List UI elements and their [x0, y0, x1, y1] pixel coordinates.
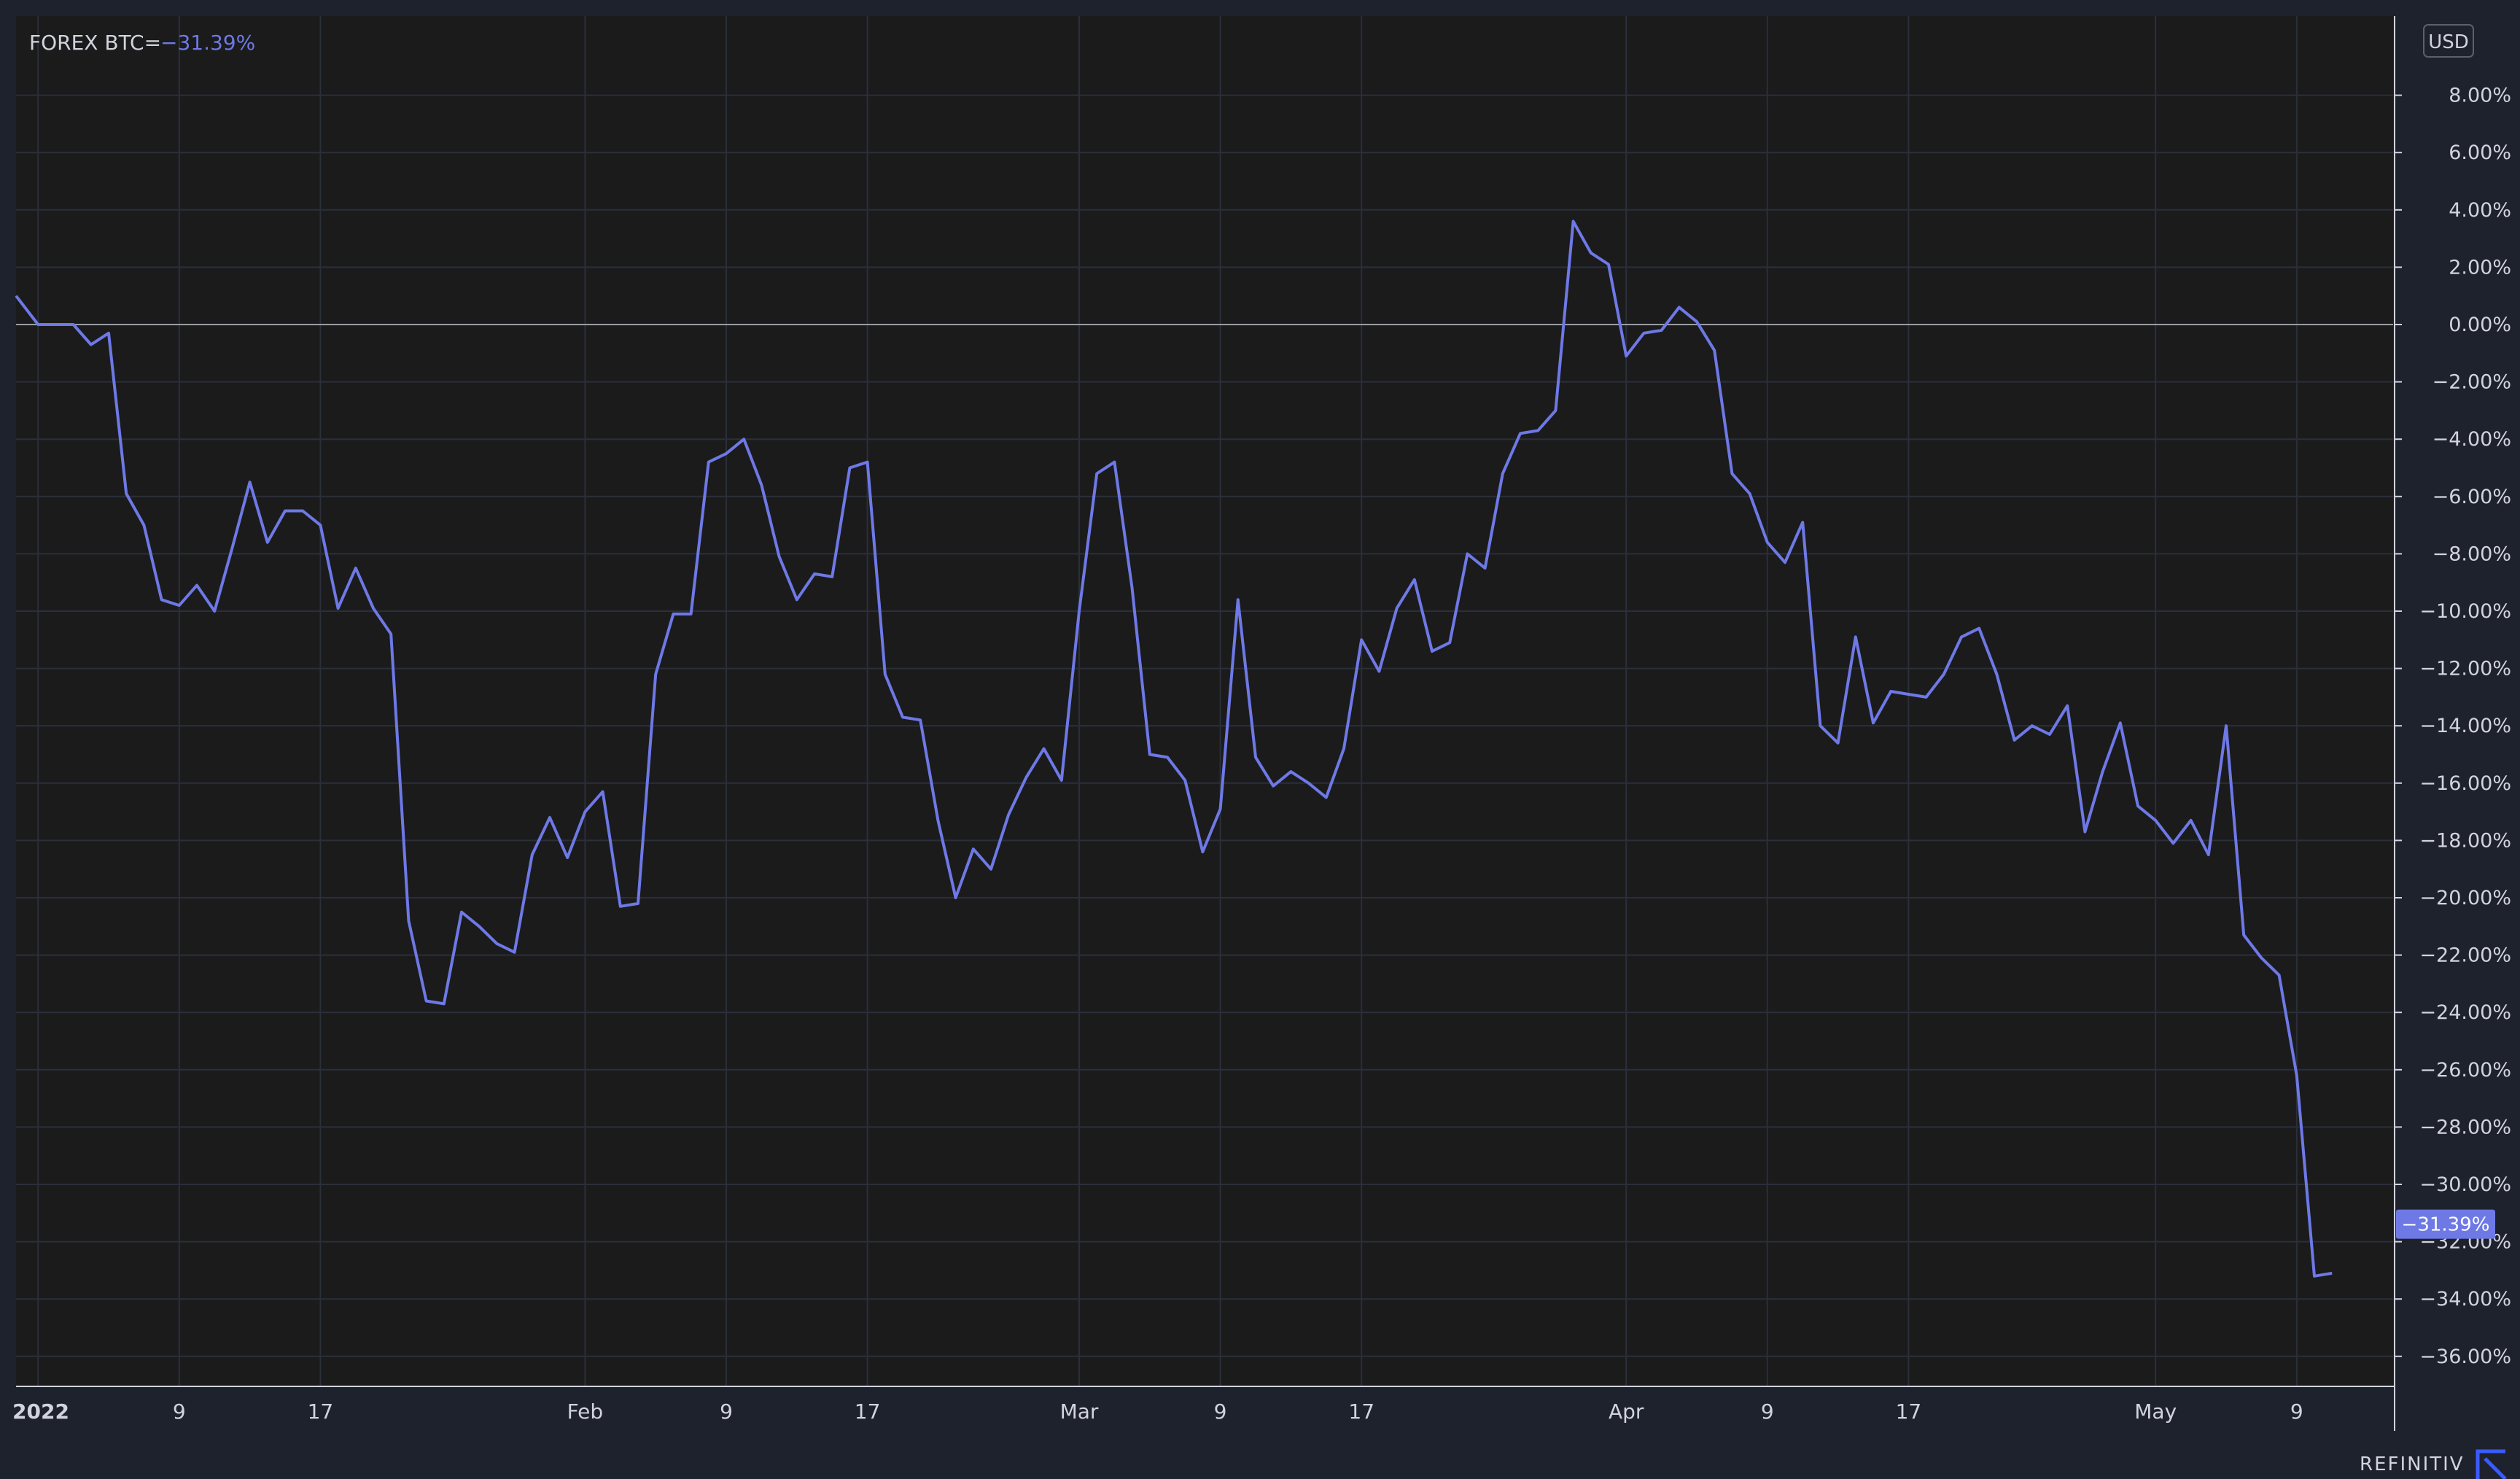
y-tick-label: −18.00% — [2419, 829, 2511, 852]
y-tick-label: −26.00% — [2419, 1059, 2511, 1082]
x-tick-label: 17 — [1348, 1400, 1374, 1424]
y-tick-label: 0.00% — [2449, 314, 2511, 336]
y-tick-label: 2.00% — [2449, 256, 2511, 279]
x-tick-label: 17 — [1896, 1400, 1922, 1424]
y-tick-label: −20.00% — [2419, 887, 2511, 909]
y-tick-label: −34.00% — [2419, 1288, 2511, 1311]
x-tick-label: 9 — [2290, 1400, 2303, 1424]
y-tick-label: −12.00% — [2419, 658, 2511, 680]
y-axis-ticks: 8.00% 6.00% 4.00% 2.00% 0.00% −2.00% −4.00% −6.… — [2395, 85, 2511, 1368]
currency-box[interactable]: USD — [2423, 24, 2474, 58]
x-tick-label: Apr — [1609, 1400, 1644, 1424]
y-tick-label: −2.00% — [2432, 371, 2511, 394]
x-tick-label: 2022 — [12, 1400, 69, 1424]
x-tick-label: Mar — [1060, 1400, 1099, 1424]
plot-background — [16, 16, 2393, 1386]
price-chart[interactable]: 8.00% 6.00% 4.00% 2.00% 0.00% −2.00% −4.00% −6.… — [0, 0, 2520, 1479]
y-tick-label: −30.00% — [2419, 1173, 2511, 1196]
y-tick-label: −16.00% — [2419, 772, 2511, 795]
x-tick-label: May — [2134, 1400, 2177, 1424]
x-tick-label: 17 — [308, 1400, 334, 1424]
legend-symbol: FOREX BTC= — [29, 31, 161, 55]
x-tick-label: 9 — [720, 1400, 733, 1424]
brand-footer: REFINITIV — [2360, 1449, 2507, 1479]
y-tick-label: −22.00% — [2419, 944, 2511, 967]
x-tick-label: 9 — [1214, 1400, 1227, 1424]
y-tick-label: −14.00% — [2419, 715, 2511, 737]
y-tick-label: 4.00% — [2449, 199, 2511, 222]
refinitiv-logo-icon — [2476, 1449, 2507, 1479]
x-tick-label: Feb — [567, 1400, 604, 1424]
y-tick-label: −4.00% — [2432, 428, 2511, 451]
last-value-label: −31.39% — [2402, 1214, 2490, 1236]
chart-container: 8.00% 6.00% 4.00% 2.00% 0.00% −2.00% −4.00% −6.… — [0, 0, 2520, 1479]
x-tick-label: 9 — [1761, 1400, 1774, 1424]
last-value-badge: −31.39% — [2396, 1209, 2495, 1239]
x-tick-label: 17 — [855, 1400, 881, 1424]
brand-name: REFINITIV — [2360, 1453, 2465, 1475]
y-tick-label: −36.00% — [2419, 1346, 2511, 1368]
currency-label: USD — [2428, 31, 2469, 53]
y-tick-label: −6.00% — [2432, 486, 2511, 508]
y-tick-label: 8.00% — [2449, 85, 2511, 107]
y-tick-label: −24.00% — [2419, 1001, 2511, 1024]
y-tick-label: −28.00% — [2419, 1116, 2511, 1138]
x-axis-ticks: 2022 9 17 Feb 9 17 Mar 9 17 Apr 9 17 May 9 — [12, 1400, 2303, 1424]
y-tick-label: −10.00% — [2419, 600, 2511, 623]
legend: FOREX BTC= −31.39% — [29, 31, 255, 55]
y-tick-label: −8.00% — [2432, 543, 2511, 565]
legend-change: −31.39% — [160, 31, 255, 55]
x-tick-label: 9 — [173, 1400, 186, 1424]
y-tick-label: 6.00% — [2449, 141, 2511, 164]
